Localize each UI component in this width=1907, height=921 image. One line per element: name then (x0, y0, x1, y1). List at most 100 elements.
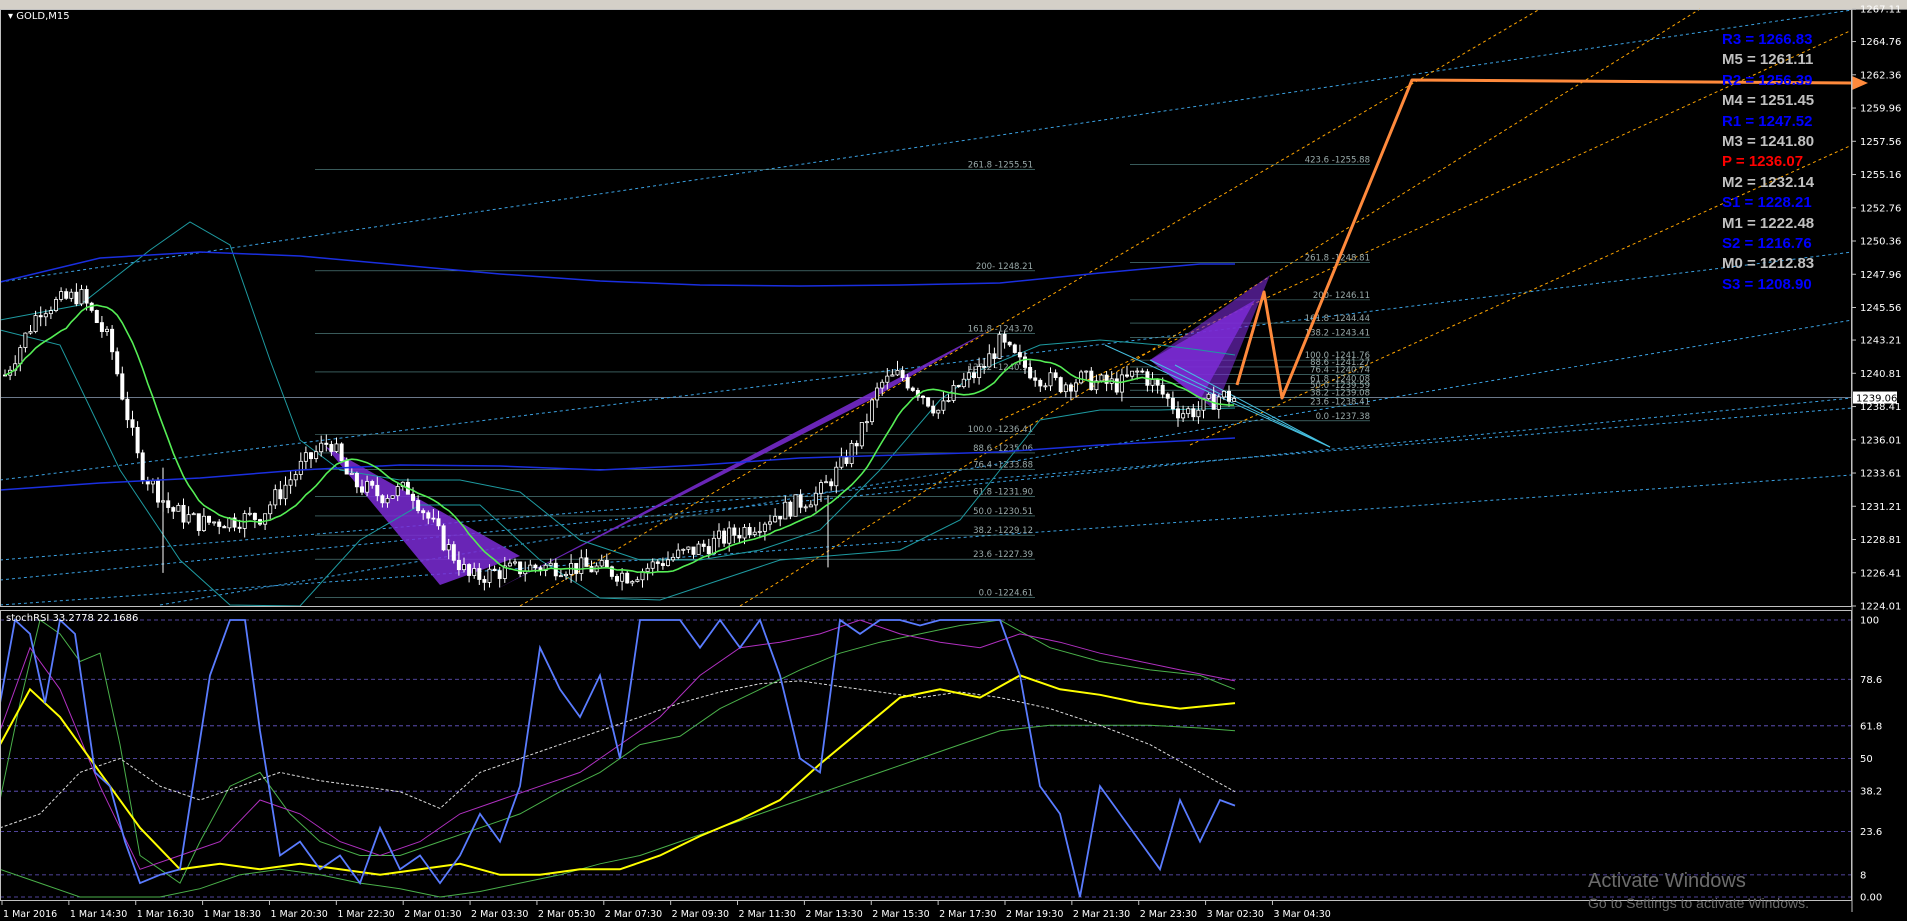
price-tick-label: 1233.61 (1860, 469, 1901, 480)
candle-body (966, 372, 971, 380)
candle-body (390, 495, 395, 499)
candle-body (1099, 374, 1104, 382)
candle-body (181, 504, 186, 523)
candle-body (711, 537, 716, 555)
price-tick-label: 1264.76 (1860, 37, 1901, 48)
price-tick-label: 1224.01 (1860, 602, 1901, 613)
candle-body (125, 398, 130, 421)
candle-body (655, 561, 660, 564)
candle-body (803, 506, 808, 509)
candle-body (722, 530, 727, 544)
candle-body (798, 494, 803, 508)
fib-label-left: 200- 1248.21 (976, 262, 1033, 272)
candle-body (1191, 408, 1196, 418)
fib-label-left: 100.0 -1236.41 (968, 425, 1033, 435)
candle-body (140, 452, 145, 481)
candle-body (778, 515, 783, 520)
candle-body (997, 333, 1002, 359)
candle-body (74, 291, 79, 305)
candle-body (926, 397, 931, 407)
candle-body (1074, 382, 1079, 392)
lower-band (0, 329, 1236, 607)
candle-body (365, 481, 370, 493)
candle-body (186, 514, 191, 523)
candle-body (732, 527, 737, 536)
candle-body (456, 559, 461, 571)
pivot-m4: M4 = 1251.45 (1722, 92, 1815, 110)
candle-body (217, 521, 222, 527)
candle-body (150, 480, 155, 485)
candle-body (120, 373, 125, 400)
candle-body (23, 332, 28, 348)
chart-window[interactable]: 261.8 -1255.51 200- 1248.21 161.8 -1243.70… (0, 0, 1907, 921)
candle-body (171, 507, 176, 512)
time-tick-label: 2 Mar 01:30 (404, 909, 461, 920)
candle-body (1063, 384, 1068, 393)
candle-body (110, 328, 115, 353)
candle-body (783, 501, 788, 520)
candle-body (1160, 384, 1165, 395)
candle-body (28, 331, 33, 334)
candle-body (436, 518, 441, 527)
candle-body (1079, 371, 1084, 384)
candle-body (773, 515, 778, 523)
candle-body (706, 546, 711, 555)
candle-body (808, 504, 813, 508)
price-tick-label: 1240.81 (1860, 369, 1901, 380)
candle-body (1140, 370, 1145, 373)
candle-body (359, 486, 364, 493)
fib-label-left: 38.2 -1229.12 (973, 526, 1033, 536)
candle-body (859, 422, 864, 447)
time-tick-label: 2 Mar 03:30 (471, 909, 528, 920)
fib-label-left: 50.0 -1230.51 (973, 507, 1033, 517)
candle-body (1125, 374, 1130, 377)
candle-body (630, 581, 635, 584)
price-tick-label: 1245.56 (1860, 303, 1901, 314)
candle-body (762, 523, 767, 532)
time-tick-label: 1 Mar 14:30 (70, 909, 127, 920)
candle-body (1058, 377, 1063, 393)
candle-body (467, 564, 472, 576)
pivot-m0: M0 = 1212.83 (1722, 255, 1815, 273)
candle-body (813, 492, 818, 506)
candle-body (701, 543, 706, 547)
candle-body (349, 472, 354, 475)
fib-label-left: 76.4 -1233.88 (973, 460, 1033, 470)
activate-windows-watermark: Activate Windows Go to Settings to activ… (1588, 870, 1809, 911)
candle-body (497, 570, 502, 579)
time-tick-label: 1 Mar 22:30 (337, 909, 394, 920)
candle-body (528, 564, 533, 572)
candle-body (819, 482, 824, 494)
fib-label-right: 23.6 -1238.41 (1310, 398, 1370, 408)
candle-body (921, 395, 926, 399)
candle-body (1155, 379, 1160, 386)
candle-body (558, 575, 563, 578)
candle-body (201, 515, 206, 531)
candle-body (431, 517, 436, 520)
time-tick-label: 1 Mar 18:30 (204, 909, 261, 920)
candle-body (416, 500, 421, 512)
candle-body (1012, 344, 1017, 353)
candle-body (1043, 385, 1048, 388)
candle-body (691, 546, 696, 555)
candle-body (1033, 377, 1038, 381)
pivot-m1: M1 = 1222.48 (1722, 214, 1815, 232)
candle-body (548, 562, 553, 566)
pivot-levels-panel: R3 = 1266.83 M5 = 1261.11 R2 = 1256.39 M… (1722, 30, 1862, 295)
candle-body (1206, 393, 1211, 400)
candle-body (354, 472, 359, 488)
candle-body (155, 480, 160, 503)
pivot-s1: S1 = 1228.21 (1722, 194, 1812, 212)
candle-body (288, 479, 293, 486)
candle-body (890, 374, 895, 377)
candle-body (477, 568, 482, 580)
candle-body (1135, 370, 1140, 373)
pivot-m5: M5 = 1261.11 (1722, 51, 1814, 69)
pivot-m3: M3 = 1241.80 (1722, 132, 1815, 150)
candle-body (757, 530, 762, 533)
dropdown-triangle-icon[interactable]: ▾ (8, 11, 13, 22)
chart-canvas[interactable]: 261.8 -1255.51 200- 1248.21 161.8 -1243.70… (0, 0, 1907, 921)
candle-body (237, 526, 242, 529)
candle-body (293, 474, 298, 481)
pivot-p: P = 1236.07 (1722, 153, 1804, 171)
